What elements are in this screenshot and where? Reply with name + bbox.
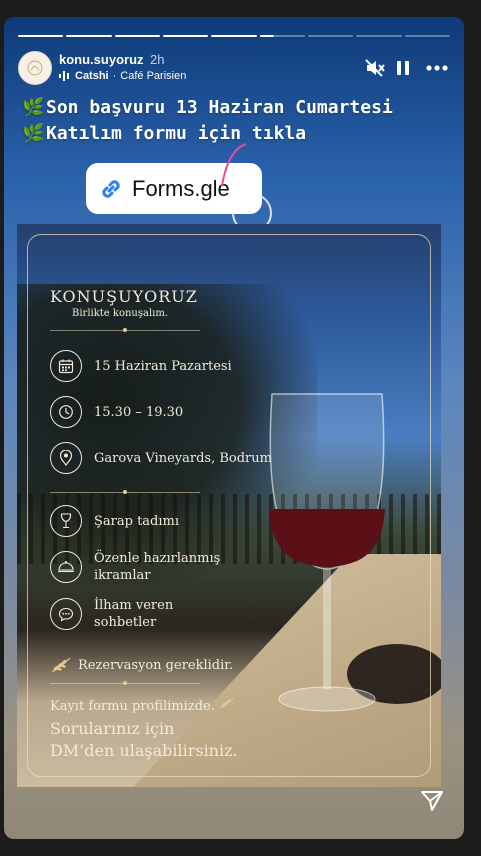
clock-icon xyxy=(50,396,82,428)
progress-segment xyxy=(307,35,354,37)
progress-segment xyxy=(18,35,64,37)
story-progress-bar xyxy=(18,35,450,37)
progress-segment xyxy=(211,35,257,37)
event-location: Garova Vineyards, Bodrum xyxy=(94,450,272,466)
feature-chat-row: İlham veren sohbetler xyxy=(50,597,173,631)
progress-segment xyxy=(356,35,402,37)
feature-chat: İlham veren sohbetler xyxy=(94,598,174,630)
feature-wine: Şarap tadımı xyxy=(94,513,180,529)
leaf-emoji: 🌿 xyxy=(22,97,45,118)
hand-drawn-arrow xyxy=(221,143,247,187)
flyer-title: KONUŞUYORUZ xyxy=(50,287,198,306)
form-note: Kayıt formu profilimizde. xyxy=(50,696,235,714)
avatar[interactable] xyxy=(18,51,52,85)
mute-button[interactable] xyxy=(364,57,386,79)
event-location-row: Garova Vineyards, Bodrum xyxy=(50,442,272,474)
progress-segment xyxy=(66,35,112,37)
cloche-icon xyxy=(50,551,82,583)
divider-dot xyxy=(123,328,127,332)
music-icon xyxy=(59,71,69,81)
leaf-emoji: 🌿 xyxy=(22,123,45,144)
progress-segment xyxy=(162,35,209,37)
post-time: 2h xyxy=(150,52,165,67)
feature-food-row: Özenle hazırlanmış ikramlar xyxy=(50,550,220,584)
send-icon xyxy=(421,791,443,811)
link-icon xyxy=(102,179,120,198)
progress-segment-current xyxy=(259,35,305,37)
send-button[interactable] xyxy=(420,790,444,817)
headline-line-1: 🌿Son başvuru 13 Haziran Cumartesi xyxy=(22,95,454,121)
questions-note: Sorularınız için DM’den ulaşabilirsiniz. xyxy=(50,719,238,760)
story-header: konu.suyoruz 2h Catshi · Café Parisien xyxy=(18,51,450,85)
event-date: 15 Haziran Pazartesi xyxy=(94,358,232,374)
more-options-button[interactable] xyxy=(426,57,448,79)
calendar-icon xyxy=(50,350,82,382)
laurel-icon xyxy=(220,697,234,709)
username[interactable]: konu.suyoruz xyxy=(59,52,144,67)
laurel-icon xyxy=(51,657,71,673)
chat-icon xyxy=(50,598,82,630)
progress-segment xyxy=(114,35,160,37)
feature-food: Özenle hazırlanmış ikramlar xyxy=(94,551,221,583)
wine-glass-icon xyxy=(50,505,82,537)
pause-icon xyxy=(397,61,409,75)
flyer-subtitle: Birlikte konuşalım. xyxy=(72,308,169,319)
reservation-note: Rezervasyon gereklidir. xyxy=(50,656,233,674)
story-viewer[interactable]: konu.suyoruz 2h Catshi · Café Parisien 🌿… xyxy=(4,17,464,839)
logo-icon xyxy=(27,60,43,76)
event-date-row: 15 Haziran Pazartesi xyxy=(50,350,232,382)
location-pin-icon xyxy=(50,442,82,474)
music-artist: Catshi xyxy=(75,70,109,82)
music-attribution[interactable]: Catshi · Café Parisien xyxy=(59,70,186,82)
music-separator: · xyxy=(112,70,117,82)
event-time-row: 15.30 – 19.30 xyxy=(50,396,183,428)
divider-dot xyxy=(123,681,127,685)
event-flyer-image: KONUŞUYORUZ Birlikte konuşalım. 15 Hazir… xyxy=(17,224,441,787)
more-icon xyxy=(426,65,448,71)
event-time: 15.30 – 19.30 xyxy=(94,404,184,420)
mute-icon xyxy=(365,59,385,77)
feature-wine-row: Şarap tadımı xyxy=(50,505,179,537)
pause-button[interactable] xyxy=(392,57,414,79)
story-headline-text: 🌿Son başvuru 13 Haziran Cumartesi 🌿Katıl… xyxy=(22,95,454,147)
progress-segment xyxy=(404,35,450,37)
divider-dot xyxy=(123,490,127,494)
music-track: Café Parisien xyxy=(120,70,187,82)
